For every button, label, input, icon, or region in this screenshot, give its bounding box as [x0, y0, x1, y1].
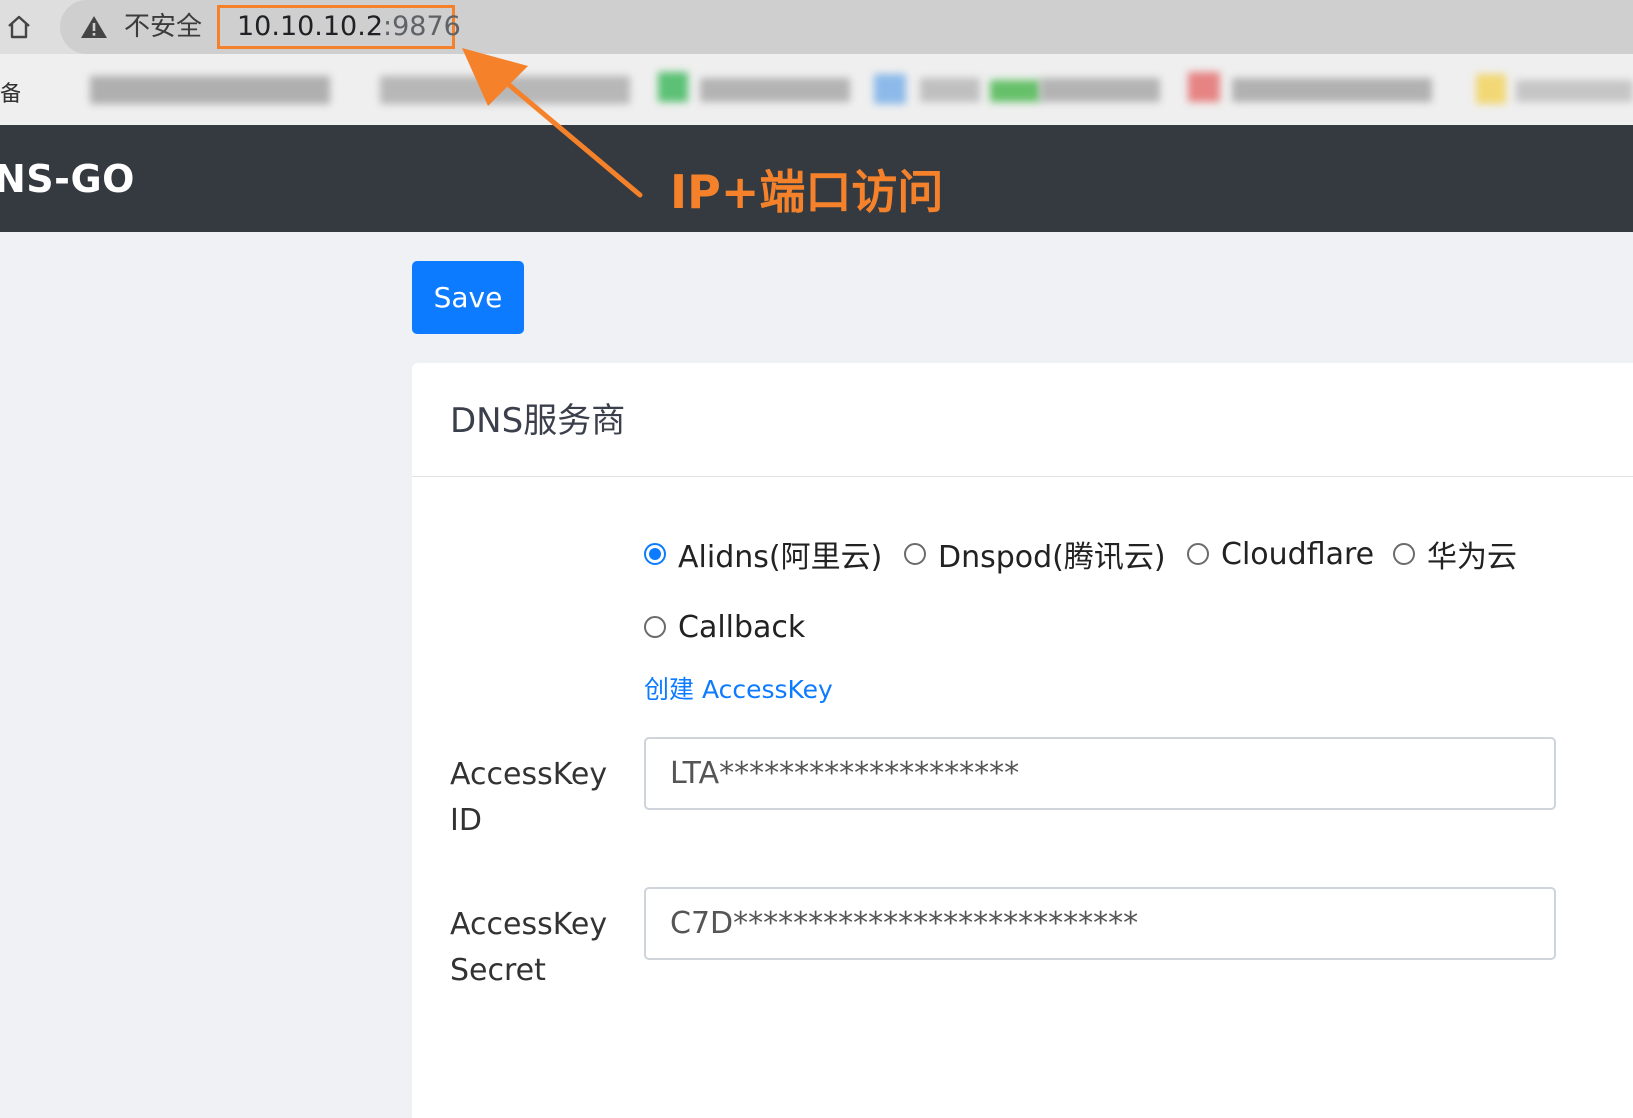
security-status[interactable]: 不安全: [124, 10, 202, 44]
label-line: AccessKey: [450, 907, 608, 942]
bookmark-blurred-2[interactable]: [380, 76, 630, 104]
url-port: :9876: [383, 11, 461, 42]
card-title: DNS服务商: [450, 401, 626, 441]
radio-unchecked-icon[interactable]: [1393, 543, 1415, 565]
bookmark-blurred-icon-7: [1476, 74, 1506, 104]
url-host: 10.10.10.2: [237, 11, 383, 42]
app-brand[interactable]: NS-GO: [0, 155, 135, 203]
create-accesskey-link[interactable]: 创建 AccessKey: [644, 673, 833, 707]
accesskey-id-label: AccessKey ID: [450, 752, 610, 844]
radio-label: Callback: [678, 609, 806, 645]
home-button[interactable]: [2, 10, 36, 44]
radio-huaweicloud[interactable]: 华为云: [1393, 534, 1517, 575]
bookmark-blurred-7[interactable]: [1516, 80, 1633, 102]
bookmark-blurred-icon-5: [990, 80, 1040, 102]
url-text[interactable]: 10.10.10.2:9876: [237, 10, 461, 44]
radio-label: Dnspod(腾讯云): [938, 540, 1166, 575]
radio-cloudflare[interactable]: Cloudflare: [1187, 534, 1374, 574]
bookmark-label[interactable]: 备: [0, 76, 20, 108]
label-line: Secret: [450, 953, 546, 988]
accesskey-id-input[interactable]: [644, 737, 1556, 810]
label-line: AccessKey: [450, 757, 608, 792]
radio-label: 华为云: [1427, 540, 1517, 575]
bookmark-blurred-icon-3: [658, 72, 688, 102]
accesskey-secret-input[interactable]: [644, 887, 1556, 960]
bookmark-blurred-6[interactable]: [1232, 78, 1432, 102]
label-line: ID: [450, 803, 482, 838]
radio-unchecked-icon[interactable]: [904, 543, 926, 565]
bookmark-blurred-1[interactable]: [90, 76, 330, 104]
dns-provider-card: DNS服务商 Alidns(阿里云) Dnspod(腾讯云) Cloudflar…: [412, 363, 1633, 1118]
bookmark-blurred-icon-6: [1188, 72, 1220, 102]
bookmark-blurred-icon-4: [874, 74, 906, 104]
radio-label: Cloudflare: [1221, 536, 1375, 572]
radio-unchecked-icon[interactable]: [644, 616, 666, 638]
radio-unchecked-icon[interactable]: [1187, 543, 1209, 565]
warning-icon: [81, 16, 107, 38]
card-header: DNS服务商: [412, 363, 1633, 477]
accesskey-secret-label: AccessKey Secret: [450, 902, 610, 994]
radio-alidns[interactable]: Alidns(阿里云): [644, 534, 883, 575]
bookmark-blurred-5[interactable]: [1040, 78, 1160, 102]
home-icon: [8, 15, 30, 39]
radio-checked-icon[interactable]: [644, 543, 666, 565]
radio-dnspod[interactable]: Dnspod(腾讯云): [904, 534, 1166, 575]
bookmark-blurred-3[interactable]: [700, 78, 850, 102]
radio-callback[interactable]: Callback: [644, 607, 805, 647]
annotation-label: IP+端口访问: [670, 165, 944, 219]
bookmark-blurred-4[interactable]: [920, 78, 980, 102]
save-button[interactable]: Save: [412, 261, 524, 334]
radio-label: Alidns(阿里云): [678, 540, 883, 575]
